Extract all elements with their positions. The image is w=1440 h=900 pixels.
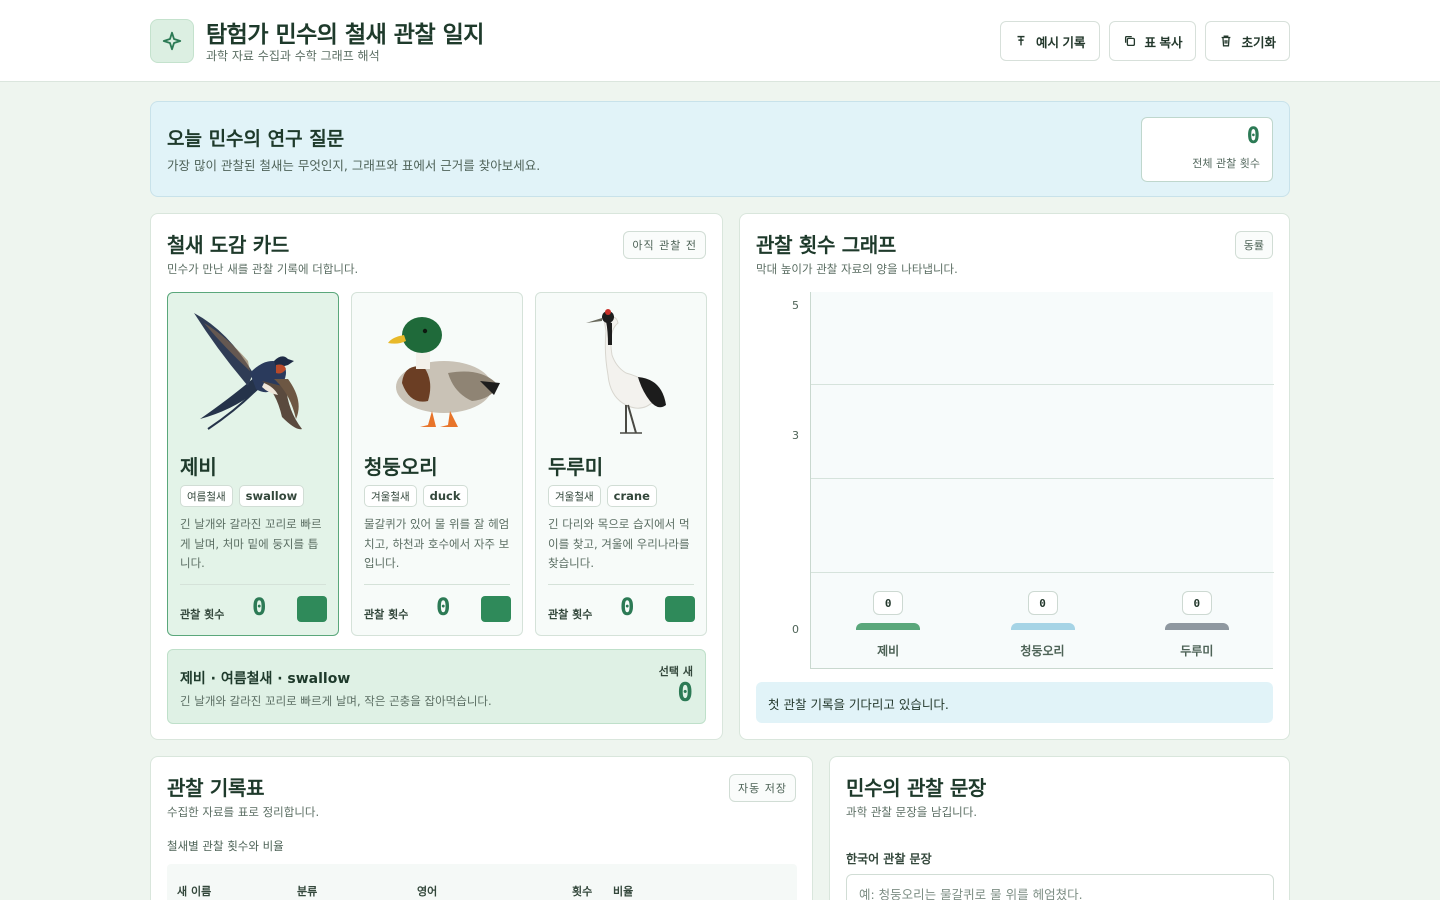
bar-3: [1164, 623, 1229, 630]
bird-card-duck[interactable]: 청둥오리 겨울철새 duck 물갈퀴가 있어 물 위를 잘 헤엄치고, 하천과 …: [351, 292, 523, 636]
table-desc: 수집한 자료를 표로 정리합니다.: [167, 805, 320, 819]
count-value: 0: [252, 593, 267, 621]
bar-1: [856, 623, 921, 630]
count-label: 관찰 횟수: [364, 608, 409, 621]
app-subtitle: 과학 자료 수집과 수학 그래프 해석: [206, 49, 380, 63]
bird-desc: 긴 날개와 갈라진 꼬리로 빠르게 날며, 처마 밑에 둥지를 틉니다.: [180, 517, 322, 570]
selected-bird-count: 0: [677, 678, 693, 708]
table-header-row: 새 이름 분류 영어 횟수 비율: [167, 864, 797, 900]
question-text: 가장 많이 관찰된 철새는 무엇인지, 그래프와 표에서 근거를 찾아보세요.: [167, 158, 541, 173]
category-label: 제비: [877, 644, 900, 658]
observation-sentence-input[interactable]: [846, 874, 1274, 900]
reset-button[interactable]: 초기화: [1205, 21, 1290, 61]
copy-icon: [1124, 35, 1135, 47]
autosave-badge: 자동 저장: [729, 774, 796, 802]
swallow-image: [194, 313, 302, 430]
column-header: 횟수: [572, 885, 593, 898]
copy-table-button[interactable]: 표 복사: [1108, 21, 1197, 61]
bird-card-swallow[interactable]: 제비 여름철새 swallow 긴 날개와 갈라진 꼬리로 빠르게 날며, 처마…: [167, 292, 339, 636]
divider: [548, 584, 694, 585]
selected-bird-desc: 긴 날개와 갈라진 꼬리로 빠르게 날며, 작은 곤충을 잡아먹습니다.: [180, 694, 492, 708]
selected-bird-summary: 제비 · 여름철새 · swallow 긴 날개와 갈라진 꼬리로 빠르게 날며…: [167, 649, 706, 724]
total-count-label: 전체 관찰 횟수: [1192, 157, 1260, 170]
bird-desc: 물갈퀴가 있어 물 위를 잘 헤엄치고, 하천과 호수에서 자주 보입니다.: [364, 517, 510, 570]
question-title: 오늘 민수의 연구 질문: [167, 128, 345, 150]
category-label: 청둥오리: [1020, 644, 1065, 658]
gridline: [811, 572, 1274, 573]
y-tick-label: 3: [792, 428, 799, 442]
column-header: 분류: [297, 885, 318, 898]
crane-image: [586, 309, 666, 434]
count-value: 0: [620, 593, 635, 621]
english-tag: swallow: [238, 485, 305, 507]
guide-desc: 민수가 만난 새를 관찰 기록에 더합니다.: [167, 262, 359, 276]
divider: [364, 584, 510, 585]
bar-value-label: 0: [1181, 591, 1212, 615]
gridline: [811, 478, 1274, 479]
english-tag: crane: [606, 485, 657, 507]
bird-tags: 겨울철새 duck: [364, 485, 468, 507]
table-title: 관찰 기록표: [167, 776, 265, 800]
total-count-box: 0 전체 관찰 횟수: [1141, 117, 1273, 182]
top-actions: 예시 기록 표 복사 초기화: [1000, 21, 1290, 61]
count-value: 0: [436, 593, 451, 621]
total-count-value: 0: [1246, 124, 1260, 149]
divider: [180, 584, 326, 585]
add-observation-button[interactable]: [481, 596, 511, 622]
guide-title: 철새 도감 카드: [167, 233, 289, 257]
bar-value-label: 0: [873, 591, 904, 615]
column-header: 새 이름: [177, 885, 212, 898]
app-title: 탐험가 민수의 철새 관찰 일지: [206, 22, 484, 48]
bird-name: 두루미: [548, 455, 604, 479]
graph-desc: 막대 높이가 관찰 자료의 양을 나타냅니다.: [756, 262, 958, 276]
table-subtitle: 철새별 관찰 횟수와 비율: [167, 839, 284, 853]
pin-icon: [1017, 35, 1025, 46]
bird-tags: 겨울철새 crane: [548, 485, 657, 507]
bird-tags: 여름철새 swallow: [180, 485, 305, 507]
count-label: 관찰 횟수: [180, 608, 225, 621]
y-tick-label: 5: [792, 299, 799, 312]
note-field-label: 한국어 관찰 문장: [846, 852, 932, 866]
category-label: 두루미: [1180, 644, 1214, 658]
example-record-button[interactable]: 예시 기록: [1000, 21, 1100, 61]
graph-status-message: 첫 관찰 기록을 기다리고 있습니다.: [756, 682, 1273, 723]
selected-bird-label: 선택 새: [658, 665, 693, 678]
season-tag: 여름철새: [180, 485, 233, 507]
gridline: [811, 384, 1274, 385]
add-observation-button[interactable]: [297, 596, 327, 622]
observation-note-panel: 민수의 관찰 문장 과학 관찰 문장을 남깁니다. 한국어 관찰 문장: [829, 756, 1290, 900]
column-header: 영어: [417, 885, 438, 898]
add-observation-button[interactable]: [665, 596, 695, 622]
bar-value-label: 0: [1027, 591, 1058, 615]
english-tag: duck: [422, 485, 468, 507]
graph-badge: 동률: [1234, 231, 1273, 259]
trash-icon: [1222, 35, 1231, 47]
research-question-panel: 오늘 민수의 연구 질문 가장 많이 관찰된 철새는 무엇인지, 그래프와 표에…: [150, 101, 1290, 197]
note-desc: 과학 관찰 문장을 남깁니다.: [846, 805, 978, 819]
note-title: 민수의 관찰 문장: [846, 776, 987, 800]
count-label: 관찰 횟수: [548, 608, 593, 621]
guide-status-badge: 아직 관찰 전: [623, 231, 706, 259]
bird-name: 제비: [180, 455, 217, 479]
record-table-panel: 관찰 기록표 수집한 자료를 표로 정리합니다. 자동 저장 철새별 관찰 횟수…: [150, 756, 813, 900]
selected-bird-title: 제비 · 여름철새 · swallow: [180, 671, 351, 687]
graph-title: 관찰 횟수 그래프: [756, 233, 897, 257]
duck-image: [388, 317, 500, 427]
y-tick-label: 0: [792, 623, 799, 636]
bird-guide-panel: 철새 도감 카드 민수가 만난 새를 관찰 기록에 더합니다. 아직 관찰 전 …: [150, 213, 723, 740]
season-tag: 겨울철새: [364, 485, 417, 507]
bird-name: 청둥오리: [364, 455, 438, 479]
graph-panel: 관찰 횟수 그래프 막대 높이가 관찰 자료의 양을 나타냅니다. 동률 0 3 5…: [739, 213, 1290, 740]
top-bar: 탐험가 민수의 철새 관찰 일지 과학 자료 수집과 수학 그래프 해석 예시 …: [0, 0, 1440, 82]
bar-chart: 0 제비 0 청둥오리 0 두루미: [810, 292, 1274, 669]
bird-card-crane[interactable]: 두루미 겨울철새 crane 긴 다리와 목으로 습지에서 먹이를 찾고, 겨울…: [535, 292, 707, 636]
bar-2: [1010, 623, 1075, 630]
compass-logo-icon: [150, 19, 194, 63]
season-tag: 겨울철새: [548, 485, 601, 507]
bird-desc: 긴 다리와 목으로 습지에서 먹이를 찾고, 겨울에 우리나라를 찾습니다.: [548, 517, 690, 570]
column-header: 비율: [613, 885, 634, 898]
